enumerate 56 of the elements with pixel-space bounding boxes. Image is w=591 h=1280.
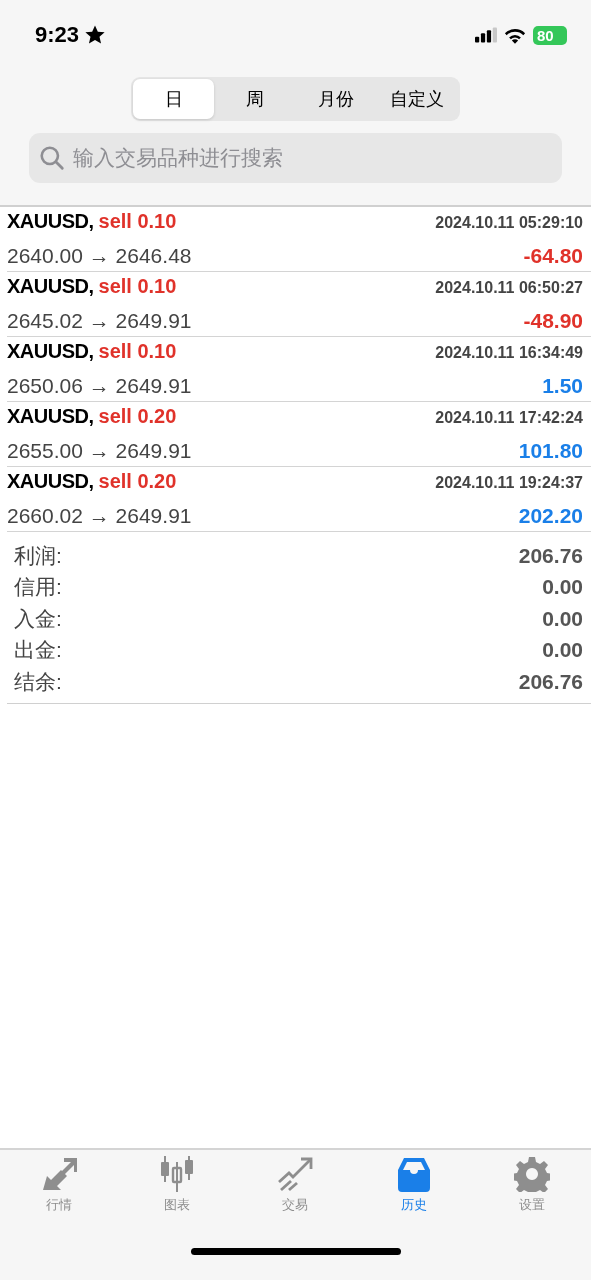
- search-icon: [39, 145, 65, 171]
- profit-value: 101.80: [518, 439, 583, 463]
- clock-time: 9:23: [35, 22, 80, 48]
- settings-icon: [513, 1156, 550, 1192]
- deal-row[interactable]: XAUUSD, sell 0.10 2024.10.11 16:34:49 2650.06 → 2649.91 1.50: [7, 337, 591, 402]
- summary-value: 206.76: [518, 669, 583, 694]
- summary-label: 结余:: [14, 668, 62, 695]
- profit-value: 202.20: [518, 504, 583, 528]
- deal-time: 2024.10.11 17:42:24: [435, 409, 583, 427]
- wifi-icon: [504, 26, 526, 44]
- summary-label: 入金:: [14, 605, 62, 632]
- period-tab[interactable]: 自定义: [376, 79, 458, 119]
- period-tab[interactable]: 日: [133, 79, 215, 119]
- price-range: 2655.00 → 2649.91: [7, 439, 192, 463]
- battery-indicator: 80: [533, 25, 567, 45]
- profit-value: -64.80: [523, 244, 583, 268]
- order-side: sell 0.20: [98, 470, 177, 493]
- tray-icon: [395, 1156, 432, 1192]
- summary-value: 206.76: [518, 543, 583, 568]
- symbol-label: XAUUSD,: [7, 275, 94, 298]
- signal-icon: [475, 27, 497, 43]
- order-side: sell 0.20: [98, 405, 177, 428]
- profit-value: -48.90: [523, 309, 583, 333]
- summary-label: 信用:: [14, 574, 62, 601]
- order-side: sell 0.10: [98, 275, 177, 298]
- symbol-label: XAUUSD,: [7, 210, 94, 233]
- price-range: 2650.06 → 2649.91: [7, 374, 192, 398]
- trend-icon: [277, 1156, 314, 1192]
- summary-value: 0.00: [542, 606, 583, 631]
- order-side: sell 0.10: [98, 210, 177, 233]
- tab-bar-item[interactable]: 历史: [363, 1156, 464, 1214]
- deal-time: 2024.10.11 06:50:27: [435, 279, 583, 297]
- price-range: 2645.02 → 2649.91: [7, 309, 192, 333]
- star-icon: [84, 24, 107, 46]
- price-range: 2660.02 → 2649.91: [7, 504, 192, 528]
- candlestick-icon: [159, 1156, 196, 1192]
- deal-time: 2024.10.11 16:34:49: [435, 344, 583, 362]
- price-range: 2640.00 → 2646.48: [7, 244, 192, 268]
- symbol-label: XAUUSD,: [7, 470, 94, 493]
- summary-label: 出金:: [14, 637, 62, 664]
- period-tab[interactable]: 周: [214, 79, 296, 119]
- order-side: sell 0.10: [98, 340, 177, 363]
- arrows-icon: [41, 1156, 78, 1192]
- symbol-label: XAUUSD,: [7, 340, 94, 363]
- deal-time: 2024.10.11 05:29:10: [435, 214, 583, 232]
- symbol-label: XAUUSD,: [7, 405, 94, 428]
- deal-time: 2024.10.11 19:24:37: [435, 474, 583, 492]
- period-tab[interactable]: 月份: [295, 79, 377, 119]
- deal-row[interactable]: XAUUSD, sell 0.20 2024.10.11 17:42:24 2655.00 → 2649.91 101.80: [7, 402, 591, 467]
- summary-label: 利润:: [14, 542, 62, 569]
- deal-row[interactable]: XAUUSD, sell 0.10 2024.10.11 05:29:10 2640.00 → 2646.48 -64.80: [7, 207, 591, 272]
- summary-value: 0.00: [542, 575, 583, 600]
- profit-value: 1.50: [542, 374, 583, 398]
- summary-value: 0.00: [542, 638, 583, 663]
- search-field[interactable]: 输入交易品种进行搜索: [29, 133, 562, 183]
- deal-row[interactable]: XAUUSD, sell 0.10 2024.10.11 06:50:27 2645.02 → 2649.91 -48.90: [7, 272, 591, 337]
